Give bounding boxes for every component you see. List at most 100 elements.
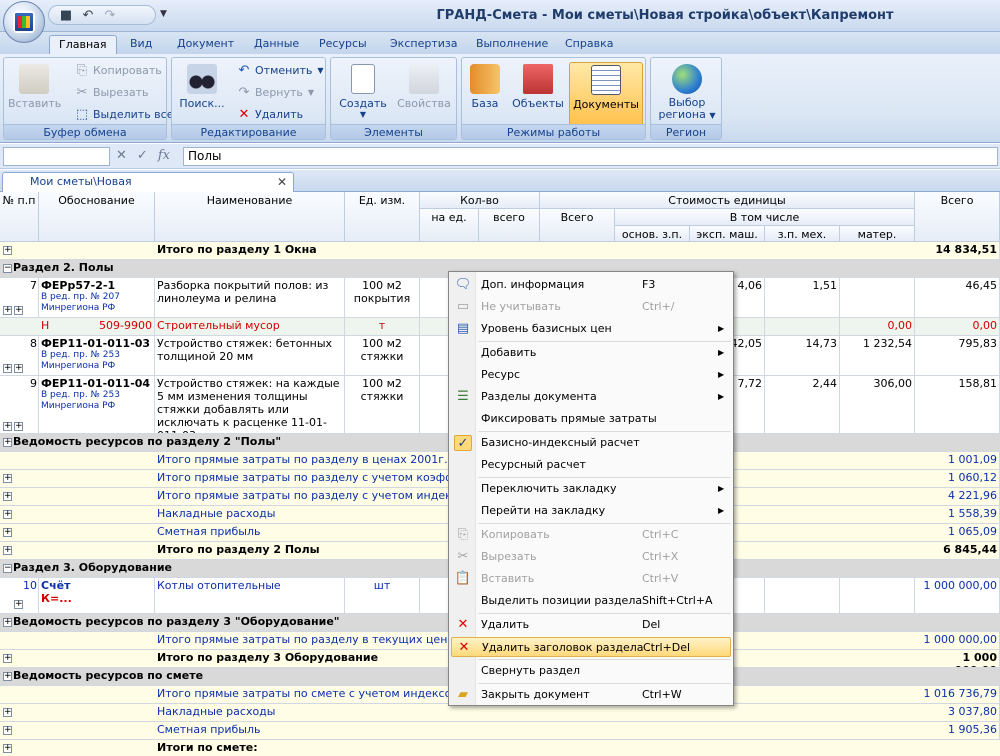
header-mech-wage[interactable]: з.п. мех.: [765, 226, 840, 242]
header-unit[interactable]: Ед. изм.: [345, 192, 420, 242]
close-tab-icon[interactable]: ✕: [277, 173, 287, 191]
tab-view[interactable]: Вид: [121, 35, 161, 54]
price-level-icon: ▤: [456, 321, 470, 336]
group-label-elements: Элементы: [331, 124, 456, 139]
tab-home[interactable]: Главная: [49, 35, 117, 54]
expand-icon[interactable]: +: [3, 474, 12, 483]
expand-icon[interactable]: +: [3, 708, 12, 717]
table-row[interactable]: + Сметная прибыль 1 905,36: [0, 722, 1000, 740]
submenu-arrow-icon: ▶: [718, 370, 725, 379]
table-row[interactable]: + Итоги по смете:: [0, 740, 1000, 756]
header-uc-incl[interactable]: В том числе: [615, 209, 915, 226]
menu-item-base-price-level[interactable]: ▤ Уровень базисных цен ▶: [451, 319, 731, 339]
menu-item-close-document[interactable]: ▰ Закрыть документ Ctrl+W: [451, 685, 731, 705]
header-unit-cost[interactable]: Стоимость единицы: [540, 192, 915, 209]
dropdown-arrow-icon[interactable]: ▼: [317, 61, 323, 81]
menu-item-fix-direct-costs[interactable]: Фиксировать прямые затраты: [451, 409, 731, 429]
expand-icon[interactable]: +: [3, 528, 12, 537]
buildings-icon: [523, 64, 553, 94]
header-qty[interactable]: Кол-во: [420, 192, 540, 209]
expand-icon[interactable]: +: [3, 492, 12, 501]
expand-icon[interactable]: +: [3, 246, 12, 255]
expand-icon[interactable]: +: [3, 744, 12, 753]
objects-button[interactable]: Объекты: [509, 62, 567, 124]
menu-item-switch-bookmark[interactable]: Переключить закладку ▶: [451, 479, 731, 499]
submenu-arrow-icon: ▶: [718, 484, 725, 493]
menu-item-doc-sections[interactable]: ☰ Разделы документа ▶: [451, 387, 731, 407]
menu-item-resource[interactable]: Ресурс ▶: [451, 365, 731, 385]
menu-item-add[interactable]: Добавить ▶: [451, 343, 731, 363]
tab-document[interactable]: Документ: [168, 35, 243, 54]
create-button[interactable]: Создать ▼: [335, 62, 391, 124]
header-qty-per[interactable]: на ед.: [420, 209, 479, 242]
globe-icon: [672, 64, 702, 94]
menu-item-base-index-calc[interactable]: ✓ Базисно-индексный расчет: [451, 433, 731, 453]
app-logo-icon: [13, 11, 35, 33]
menu-item-extra-info[interactable]: 🗨 Доп. информация F3: [451, 275, 731, 295]
header-name[interactable]: Наименование: [155, 192, 345, 242]
header-materials[interactable]: матер.: [840, 226, 915, 242]
menu-item-paste[interactable]: 📋 Вставить Ctrl+V: [451, 569, 731, 589]
title-bar: ■ ↶ ↷ ▼ ГРАНД-Смета - Мои сметы\Новая ст…: [0, 0, 1000, 43]
paste-button[interactable]: Вставить: [8, 62, 61, 124]
formula-input[interactable]: Полы: [183, 147, 998, 166]
copy-button[interactable]: ⎘ Копировать: [74, 61, 162, 81]
dropdown-arrow-icon[interactable]: ▼: [709, 111, 715, 120]
dropdown-arrow-icon[interactable]: ▼: [308, 83, 314, 103]
menu-item-delete[interactable]: ✕ Удалить Del: [451, 615, 731, 635]
formula-bar: ✕ ✓ fx Полы: [0, 144, 1000, 169]
document-table-icon: [591, 65, 621, 95]
menu-item-select-positions[interactable]: Выделить позиции раздела Shift+Ctrl+A: [451, 591, 731, 611]
table-row[interactable]: + Накладные расходы 3 037,80: [0, 704, 1000, 722]
checkmark-icon: ✓: [454, 435, 472, 451]
copy-icon: ⎘: [457, 527, 469, 542]
table-row[interactable]: + Итого по разделу 1 Окна 14 834,51: [0, 242, 1000, 260]
header-qty-total[interactable]: всего: [479, 209, 540, 242]
ribbon-tab-bar: Главная Вид Документ Данные Ресурсы Эксп…: [0, 32, 1000, 54]
menu-item-copy[interactable]: ⎘ Копировать Ctrl+C: [451, 525, 731, 545]
documents-button[interactable]: Документы: [569, 62, 643, 126]
menu-item-collapse-section[interactable]: Свернуть раздел: [451, 661, 731, 681]
document-tab[interactable]: Мои сметы\Новая стройка\объект\Капремонт…: [2, 172, 294, 206]
search-button[interactable]: Поиск...: [175, 62, 229, 124]
header-wage[interactable]: основ. з.п.: [615, 226, 690, 242]
cancel-icon[interactable]: ✕: [116, 148, 127, 163]
expand-icon[interactable]: +: [3, 654, 12, 663]
dropdown-arrow-icon[interactable]: ▼: [335, 110, 391, 119]
menu-item-cut[interactable]: ✂ Вырезать Ctrl+X: [451, 547, 731, 567]
check-icon[interactable]: ✓: [137, 148, 148, 163]
new-document-icon: [351, 64, 375, 94]
group-label-editing: Редактирование: [172, 124, 325, 139]
tab-execution[interactable]: Выполнение: [467, 35, 557, 54]
menu-item-ignore[interactable]: ▭ Не учитывать Ctrl+/: [451, 297, 731, 317]
tab-resources[interactable]: Ресурсы: [310, 35, 376, 54]
expand-icon[interactable]: +: [3, 510, 12, 519]
group-work-modes: База Объекты Документы Режимы работы: [461, 57, 646, 140]
window-title: ГРАНД-Смета - Мои сметы\Новая стройка\об…: [436, 8, 894, 23]
cut-button[interactable]: ✂ Вырезать: [74, 83, 149, 103]
header-num[interactable]: № п.п: [0, 192, 39, 242]
redo-button[interactable]: ↷ Вернуть ▼: [236, 83, 315, 103]
header-machines[interactable]: эксп. маш.: [690, 226, 765, 242]
expand-icon[interactable]: +: [3, 726, 12, 735]
function-icon[interactable]: fx: [158, 148, 170, 163]
header-total[interactable]: Всего: [915, 192, 1000, 242]
menu-item-resource-calc[interactable]: Ресурсный расчет: [451, 455, 731, 475]
expand-icon[interactable]: +: [3, 546, 12, 555]
tab-data[interactable]: Данные: [245, 35, 308, 54]
tab-expertise[interactable]: Экспертиза: [381, 35, 466, 54]
select-all-button[interactable]: ⬚ Выделить все: [74, 105, 174, 125]
menu-item-delete-section-header[interactable]: ✕ Удалить заголовок раздела Ctrl+Del: [451, 637, 731, 657]
menu-item-goto-bookmark[interactable]: Перейти на закладку ▶: [451, 501, 731, 521]
tab-help[interactable]: Справка: [556, 35, 622, 54]
submenu-arrow-icon: ▶: [718, 324, 725, 333]
select-region-button[interactable]: Выбор региона ▼: [657, 62, 717, 128]
app-menu-button[interactable]: [3, 1, 45, 43]
header-basis[interactable]: Обоснование: [39, 192, 155, 242]
name-box[interactable]: [3, 147, 110, 166]
header-uc-total[interactable]: Всего: [540, 209, 615, 242]
delete-button[interactable]: ✕ Удалить: [236, 105, 304, 125]
undo-button[interactable]: ↶ Отменить ▼: [236, 61, 324, 81]
base-button[interactable]: База: [465, 62, 505, 124]
properties-button[interactable]: Свойства: [395, 62, 453, 124]
